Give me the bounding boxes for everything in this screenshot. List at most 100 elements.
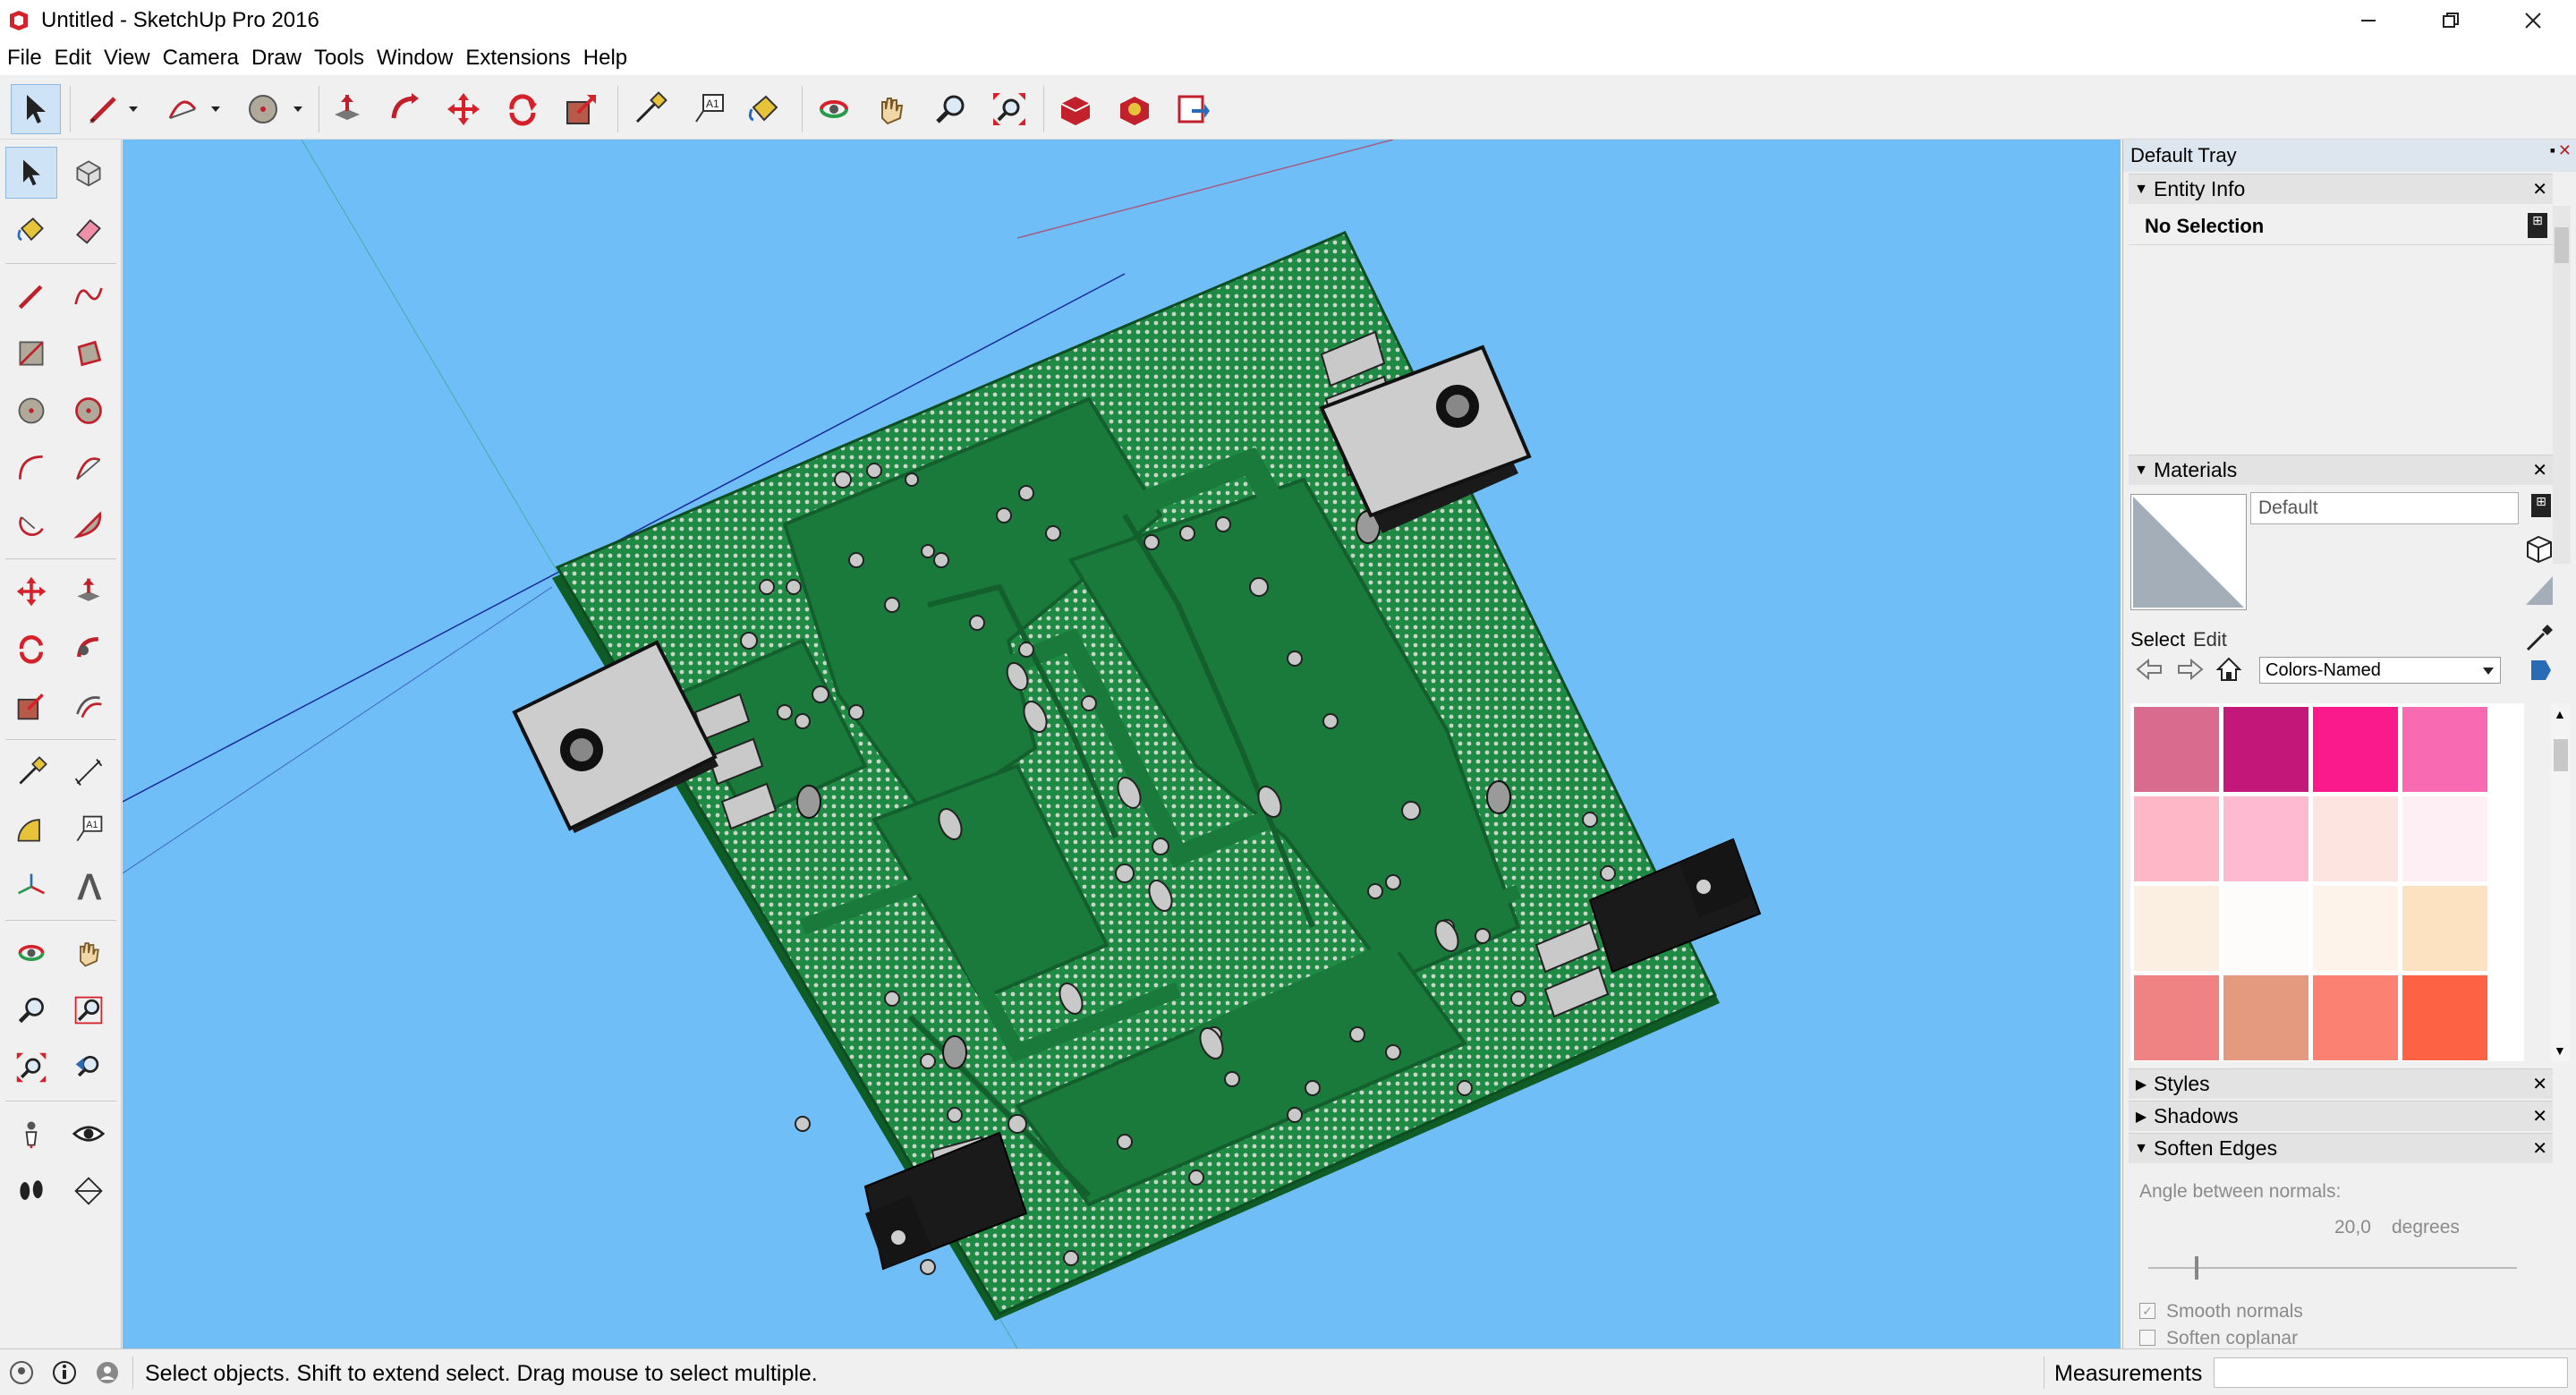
material-swatch[interactable]	[2223, 975, 2308, 1060]
select-tool-button[interactable]	[11, 84, 61, 134]
left-3d-text-button[interactable]	[63, 861, 115, 913]
menu-tools[interactable]: Tools	[307, 46, 370, 71]
text-tool-button[interactable]: A1	[684, 84, 734, 134]
material-swatch[interactable]	[2402, 886, 2487, 971]
material-swatch[interactable]	[2223, 886, 2308, 971]
left-zoom-extents-button[interactable]	[5, 1042, 57, 1093]
create-material-icon[interactable]	[2524, 533, 2555, 564]
materials-tab-edit[interactable]: Edit	[2193, 628, 2227, 651]
soften-edges-close-icon[interactable]: ✕	[2532, 1137, 2547, 1160]
left-position-camera-button[interactable]	[5, 1108, 57, 1160]
3d-viewport[interactable]	[123, 140, 2121, 1348]
zoom-tool-button[interactable]	[925, 84, 975, 134]
material-swatch[interactable]	[2313, 886, 2398, 971]
material-swatch[interactable]	[2134, 886, 2219, 971]
menu-file[interactable]: File	[0, 46, 47, 71]
left-select-button[interactable]	[5, 147, 57, 199]
left-orbit-button[interactable]	[5, 927, 57, 979]
entity-info-close-icon[interactable]: ✕	[2532, 178, 2547, 200]
push-pull-button[interactable]	[322, 84, 372, 134]
user-account-icon[interactable]	[95, 1360, 120, 1385]
left-polygon-button[interactable]	[63, 385, 115, 437]
left-3point-arc-button[interactable]	[5, 499, 57, 551]
entity-info-toggle-icon[interactable]: ⊞	[2528, 213, 2547, 238]
left-tape-measure-button[interactable]	[5, 746, 57, 798]
geo-location-icon[interactable]	[9, 1360, 34, 1385]
tray-close-icon[interactable]: ✕	[2558, 141, 2572, 160]
3d-warehouse-button[interactable]	[1050, 84, 1101, 134]
left-circle-button[interactable]	[5, 385, 57, 437]
left-previous-view-button[interactable]	[63, 1042, 115, 1093]
follow-me-button[interactable]	[379, 84, 429, 134]
material-swatch[interactable]	[2223, 796, 2308, 881]
scale-tool-button[interactable]	[557, 84, 607, 134]
scroll-down-icon[interactable]: ▼	[2554, 1043, 2566, 1058]
arc-dropdown[interactable]	[204, 84, 227, 134]
orbit-tool-button[interactable]	[809, 84, 859, 134]
material-name-field[interactable]: Default	[2250, 492, 2519, 524]
tray-scrollbar[interactable]	[2553, 206, 2571, 564]
angle-slider-thumb[interactable]	[2195, 1256, 2198, 1280]
soften-coplanar-checkbox[interactable]	[2139, 1330, 2155, 1346]
angle-slider-track[interactable]	[2148, 1267, 2517, 1269]
left-2point-arc-button[interactable]	[63, 442, 115, 494]
materials-forward-icon[interactable]	[2177, 657, 2204, 682]
close-button[interactable]	[2492, 0, 2574, 41]
materials-tab-select[interactable]: Select	[2130, 628, 2185, 651]
left-eraser-button[interactable]	[63, 204, 115, 256]
materials-home-icon[interactable]	[2215, 655, 2243, 684]
materials-back-icon[interactable]	[2136, 657, 2163, 682]
menu-camera[interactable]: Camera	[156, 46, 244, 71]
materials-header[interactable]: ▼ Materials ✕	[2129, 455, 2553, 485]
swatch-scrollbar[interactable]: ▲ ▼	[2551, 703, 2571, 1061]
material-swatch[interactable]	[2134, 796, 2219, 881]
styles-close-icon[interactable]: ✕	[2532, 1073, 2547, 1095]
paint-bucket-button[interactable]	[739, 84, 789, 134]
menu-edit[interactable]: Edit	[47, 46, 97, 71]
styles-header[interactable]: ▶ Styles ✕	[2129, 1068, 2553, 1099]
left-make-component-button[interactable]	[63, 147, 115, 199]
circle-dropdown[interactable]	[286, 84, 310, 134]
circle-tool-button[interactable]	[238, 84, 288, 134]
zoom-extents-button[interactable]	[984, 84, 1034, 134]
left-move-button[interactable]	[5, 566, 57, 617]
left-freehand-button[interactable]	[63, 270, 115, 322]
material-swatch[interactable]	[2402, 707, 2487, 792]
menu-window[interactable]: Window	[370, 46, 458, 71]
left-rotate-button[interactable]	[5, 623, 57, 675]
shadows-header[interactable]: ▶ Shadows ✕	[2129, 1101, 2553, 1131]
materials-library-select[interactable]: Colors-Named	[2259, 657, 2501, 684]
materials-close-icon[interactable]: ✕	[2532, 459, 2547, 481]
restore-button[interactable]	[2410, 0, 2492, 41]
left-zoom-window-button[interactable]	[63, 984, 115, 1036]
material-swatch[interactable]	[2313, 975, 2398, 1060]
left-pie-button[interactable]	[63, 499, 115, 551]
left-paint-bucket-button[interactable]	[5, 204, 57, 256]
menu-help[interactable]: Help	[576, 46, 633, 71]
tray-scroll-thumb[interactable]	[2555, 227, 2569, 263]
menu-draw[interactable]: Draw	[244, 46, 307, 71]
menu-view[interactable]: View	[97, 46, 156, 71]
measurements-input[interactable]	[2214, 1357, 2568, 1388]
eyedropper-icon[interactable]	[2524, 623, 2555, 653]
default-material-icon[interactable]	[2524, 574, 2555, 607]
move-tool-button[interactable]	[438, 84, 489, 134]
material-swatch[interactable]	[2402, 975, 2487, 1060]
left-offset-button[interactable]	[63, 680, 115, 732]
left-line-button[interactable]	[5, 270, 57, 322]
left-pan-button[interactable]	[63, 927, 115, 979]
left-scale-button[interactable]	[5, 680, 57, 732]
soften-edges-header[interactable]: ▼ Soften Edges ✕	[2129, 1133, 2553, 1163]
left-dimension-button[interactable]	[63, 746, 115, 798]
scroll-up-icon[interactable]: ▲	[2554, 707, 2566, 721]
left-axes-button[interactable]	[5, 861, 57, 913]
extension-warehouse-button[interactable]	[1109, 84, 1160, 134]
left-rectangle-button[interactable]	[5, 327, 57, 379]
swatch-scroll-thumb[interactable]	[2554, 739, 2568, 771]
smooth-normals-checkbox[interactable]: ✓	[2139, 1303, 2155, 1319]
send-to-layout-button[interactable]	[1169, 84, 1219, 134]
minimize-button[interactable]	[2327, 0, 2410, 41]
materials-toggle-icon[interactable]: ⊞	[2531, 494, 2551, 517]
entity-info-header[interactable]: ▼ Entity Info ✕	[2129, 174, 2553, 204]
left-walk-button[interactable]	[5, 1165, 57, 1217]
